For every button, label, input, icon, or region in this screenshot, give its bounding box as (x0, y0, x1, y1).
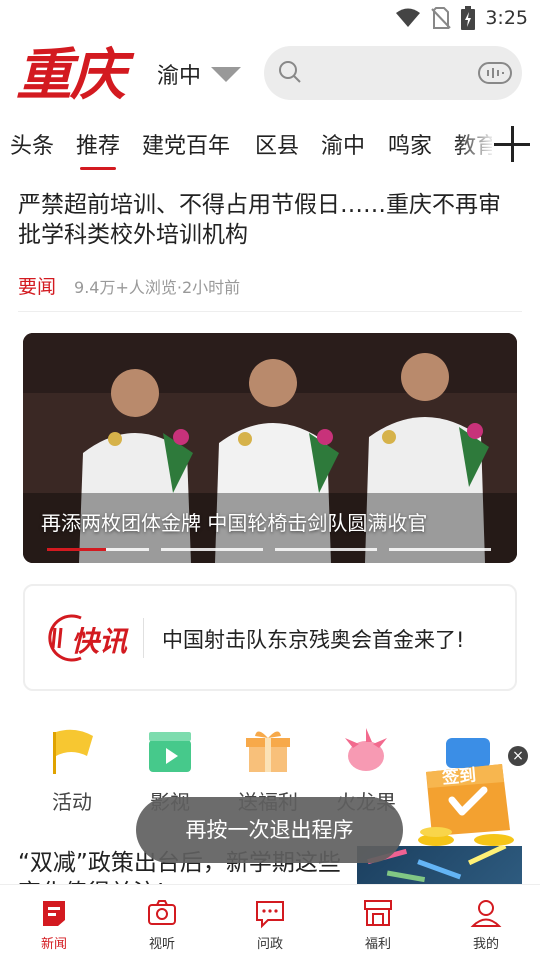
nav-news[interactable]: 新闻 (14, 897, 94, 952)
search-input[interactable] (264, 46, 522, 100)
app-header: 重庆 渝中 (0, 36, 540, 116)
banner-carousel[interactable]: 再添两枚团体金牌 中国轮椅击剑队圆满收官 (23, 333, 517, 563)
nav-inquiry[interactable]: 问政 (230, 897, 310, 952)
carousel-dot (275, 548, 377, 551)
voice-icon[interactable] (478, 62, 512, 84)
nav-profile[interactable]: 我的 (446, 897, 526, 952)
city-label: 渝中 (157, 64, 202, 89)
film-clapper-icon (149, 732, 191, 772)
carousel-dot (161, 548, 263, 551)
sign-in-promo[interactable]: 签到 (406, 728, 530, 852)
tab-recommend[interactable]: 推荐 (76, 128, 120, 160)
nav-label: 新闻 (40, 937, 67, 952)
no-sim-icon (431, 7, 452, 29)
news-tag: 要闻 (18, 276, 57, 298)
tab-yuzhong[interactable]: 渝中 (321, 128, 365, 160)
battery-icon (461, 6, 476, 30)
tab-fade (456, 118, 496, 174)
nav-label: 我的 (472, 937, 499, 952)
nav-label: 视听 (148, 937, 175, 952)
news-meta: 要闻 9.4万+人浏览·2小时前 (18, 272, 522, 299)
store-icon (364, 900, 392, 926)
carousel-indicators (47, 548, 491, 551)
quick-link-activity[interactable]: 活动 (32, 726, 112, 815)
sign-in-label: 签到 (441, 765, 478, 789)
tab-party-centenary[interactable]: 建党百年 (142, 128, 230, 160)
exit-toast: 再按一次退出程序 (136, 797, 403, 863)
nav-label: 问政 (256, 937, 283, 952)
flash-logo: 快讯 (41, 614, 131, 662)
nav-label: 福利 (364, 937, 391, 952)
wifi-icon (396, 8, 421, 27)
news-stats: 9.4万+人浏览·2小时前 (74, 277, 241, 297)
banner-caption: 再添两枚团体金牌 中国轮椅击剑队圆满收官 (41, 511, 428, 535)
tab-mingjia[interactable]: 鸣家 (388, 128, 432, 160)
app-logo: 重庆 (16, 42, 126, 108)
flash-text: 中国射击队东京残奥会首金来了! (162, 628, 465, 652)
city-selector[interactable]: 渝中 (157, 58, 242, 90)
carousel-dot (389, 548, 491, 551)
divider (18, 311, 522, 312)
chevron-down-icon (211, 66, 242, 82)
bottom-nav: 新闻 视听 问政 福利 我的 (0, 884, 540, 960)
news-title: 严禁超前培训、不得占用节假日……重庆不再审批学科类校外培训机构 (18, 192, 501, 248)
quick-link-label: 活动 (52, 790, 92, 814)
tab-headlines[interactable]: 头条 (10, 128, 54, 160)
camera-icon (148, 900, 176, 925)
dragon-fruit-icon (345, 728, 387, 771)
status-bar: 3:25 (0, 0, 540, 36)
flash-news[interactable]: 快讯 中国射击队东京残奥会首金来了! (23, 584, 517, 691)
flash-logo-label: 快讯 (71, 625, 128, 658)
shopping-bag-icon (418, 738, 514, 846)
gift-icon (246, 731, 290, 772)
status-icons: 3:25 (395, 6, 528, 30)
user-icon (470, 900, 502, 927)
nav-welfare[interactable]: 福利 (338, 897, 418, 952)
news-icon (43, 901, 65, 926)
message-icon (256, 901, 284, 929)
status-time: 3:25 (485, 7, 528, 29)
search-icon (279, 61, 301, 83)
add-channel-button[interactable] (492, 124, 532, 164)
flash-separator (143, 618, 144, 658)
carousel-dot (47, 548, 149, 551)
close-icon[interactable]: × (508, 746, 528, 766)
nav-video[interactable]: 视听 (122, 897, 202, 952)
tab-districts[interactable]: 区县 (255, 128, 299, 160)
channel-tabs: 头条 推荐 建党百年 区县 渝中 鸣家 教育 (0, 118, 540, 174)
flag-icon (53, 729, 93, 774)
news-item[interactable]: 严禁超前培训、不得占用节假日……重庆不再审批学科类校外培训机构 要闻 9.4万+… (18, 190, 522, 299)
